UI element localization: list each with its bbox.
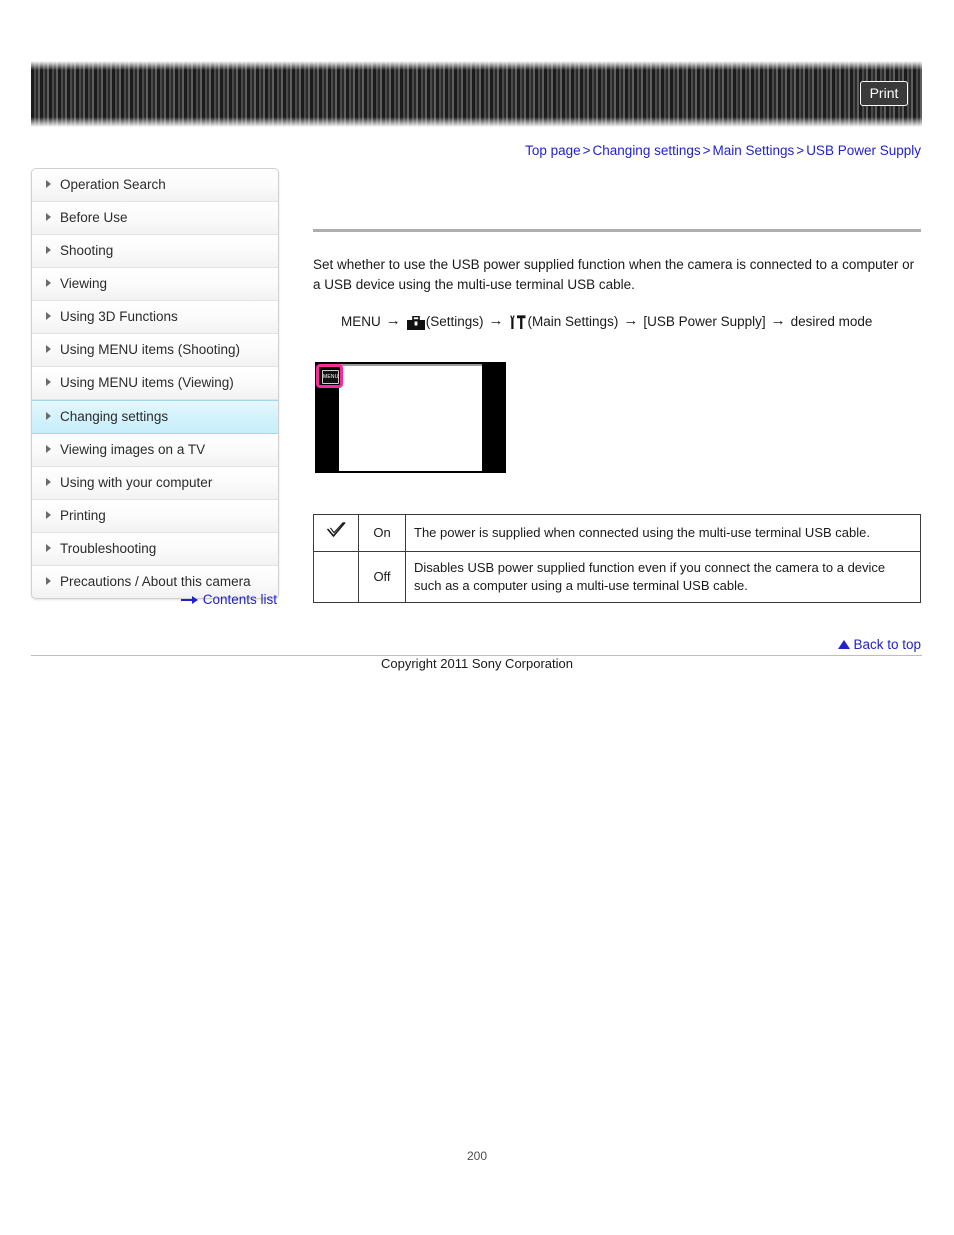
checkmark-icon	[326, 522, 346, 542]
settings-label: (Settings)	[425, 314, 484, 329]
breadcrumb-item-changing-settings[interactable]: Changing settings	[593, 143, 701, 158]
sidebar-item-shooting[interactable]: Shooting	[32, 235, 278, 268]
chevron-right-icon	[46, 312, 51, 320]
breadcrumb-item-usb-power-supply[interactable]: USB Power Supply	[806, 143, 921, 158]
sidebar-item-operation-search[interactable]: Operation Search	[32, 169, 278, 202]
sidebar-item-label: Changing settings	[60, 409, 169, 424]
sidebar-item-label: Viewing	[60, 276, 108, 291]
breadcrumb-separator: >	[702, 143, 711, 158]
menu-path-instruction: MENU → (Settings) → (Main Settings) → [USB P…	[341, 309, 921, 338]
option-mode-label: On	[358, 514, 406, 552]
options-table: On The power is supplied when connected …	[313, 514, 921, 603]
chevron-right-icon	[46, 511, 51, 519]
sidebar-item-using-with-your-computer[interactable]: Using with your computer	[32, 467, 278, 500]
back-to-top-link[interactable]: Back to top	[0, 637, 921, 652]
sidebar-item-troubleshooting[interactable]: Troubleshooting	[32, 533, 278, 566]
chevron-right-icon	[46, 378, 51, 386]
default-check-cell	[313, 551, 359, 603]
breadcrumb-separator: >	[582, 143, 591, 158]
chevron-right-icon	[46, 246, 51, 254]
sidebar-item-label: Troubleshooting	[60, 541, 157, 556]
sidebar-item-label: Precautions / About this camera	[60, 574, 251, 589]
header-banner: Print	[31, 61, 922, 127]
sidebar-navigation: Operation Search Before Use Shooting Vie…	[31, 168, 279, 599]
triangle-up-icon	[838, 640, 851, 649]
sidebar-item-label: Printing	[60, 508, 106, 523]
sidebar-item-label: Using MENU items (Viewing)	[60, 375, 234, 390]
camera-screen-figure: MENU	[315, 362, 506, 473]
table-row: Off Disables USB power supplied function…	[313, 551, 921, 603]
sidebar-item-using-menu-items-viewing[interactable]: Using MENU items (Viewing)	[32, 367, 278, 400]
arrow-right-icon: →	[488, 312, 504, 329]
breadcrumb-item-main-settings[interactable]: Main Settings	[713, 143, 795, 158]
option-mode-label: Off	[358, 551, 406, 603]
sidebar-item-before-use[interactable]: Before Use	[32, 202, 278, 235]
arrow-right-icon: →	[770, 312, 786, 329]
contents-list-link[interactable]: Contents list	[31, 592, 277, 608]
sidebar-item-printing[interactable]: Printing	[32, 500, 278, 533]
sidebar-item-label: Shooting	[60, 243, 114, 258]
main-settings-tools-icon	[509, 314, 527, 338]
option-description: Disables USB power supplied function eve…	[405, 551, 921, 603]
breadcrumb-separator: >	[796, 143, 805, 158]
page-number: 200	[466, 1149, 488, 1163]
camera-screen-inner	[339, 364, 482, 471]
option-description: The power is supplied when connected usi…	[405, 514, 921, 552]
breadcrumb-item-top-page[interactable]: Top page	[525, 143, 581, 158]
settings-toolbox-icon	[406, 314, 425, 338]
breadcrumb: Top page > Changing settings > Main Settings…	[0, 143, 921, 158]
arrow-right-icon: →	[385, 312, 401, 329]
sidebar-item-label: Using with your computer	[60, 475, 213, 490]
main-settings-label: (Main Settings)	[527, 314, 619, 329]
sidebar-item-viewing-images-on-a-tv[interactable]: Viewing images on a TV	[32, 434, 278, 467]
sidebar-item-label: Operation Search	[60, 177, 166, 192]
sidebar-item-viewing[interactable]: Viewing	[32, 268, 278, 301]
chevron-right-icon	[46, 478, 51, 486]
contents-list-label: Contents list	[202, 592, 277, 607]
chevron-right-icon	[46, 577, 51, 585]
content-divider	[313, 229, 921, 232]
chevron-right-icon	[46, 445, 51, 453]
chevron-right-icon	[46, 345, 51, 353]
chevron-right-icon	[46, 412, 51, 420]
chevron-right-icon	[46, 279, 51, 287]
menu-path-start: MENU	[341, 314, 381, 329]
menu-button-highlight[interactable]: MENU	[316, 364, 343, 388]
menu-path-end: desired mode	[790, 314, 873, 329]
sidebar-item-label: Using MENU items (Shooting)	[60, 342, 241, 357]
main-content: Set whether to use the USB power supplie…	[313, 168, 921, 603]
arrow-right-icon: →	[623, 312, 639, 329]
chevron-right-icon	[46, 213, 51, 221]
print-button[interactable]: Print	[860, 81, 908, 106]
sidebar-item-using-menu-items-shooting[interactable]: Using MENU items (Shooting)	[32, 334, 278, 367]
sidebar-item-label: Viewing images on a TV	[60, 442, 206, 457]
copyright-text: Copyright 2011 Sony Corporation	[381, 656, 573, 671]
default-check-cell	[313, 514, 359, 552]
back-to-top-label: Back to top	[853, 637, 921, 652]
menu-path-item: [USB Power Supply]	[643, 314, 766, 329]
chevron-right-icon	[46, 180, 51, 188]
sidebar-item-label: Using 3D Functions	[60, 309, 178, 324]
table-row: On The power is supplied when connected …	[313, 514, 921, 552]
page-description: Set whether to use the USB power supplie…	[313, 257, 915, 292]
menu-button-label: MENU	[322, 370, 339, 384]
chevron-right-icon	[46, 544, 51, 552]
sidebar-item-changing-settings[interactable]: Changing settings	[32, 400, 278, 434]
arrow-right-icon	[180, 593, 199, 608]
sidebar-item-using-3d-functions[interactable]: Using 3D Functions	[32, 301, 278, 334]
sidebar-item-label: Before Use	[60, 210, 128, 225]
